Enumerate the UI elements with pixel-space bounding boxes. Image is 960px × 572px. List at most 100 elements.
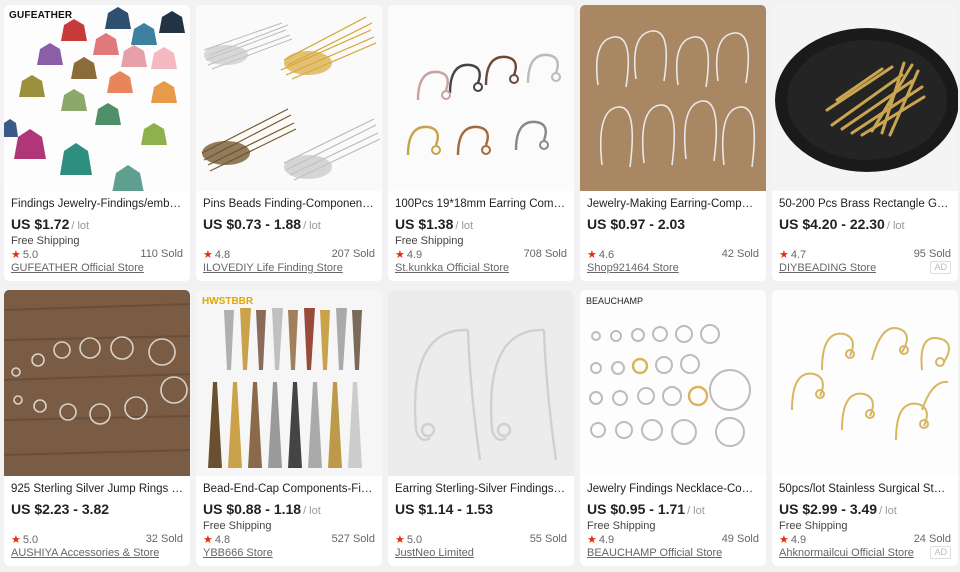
sold-count: 527 Sold	[331, 533, 375, 545]
rating-value: 4.8	[214, 534, 231, 546]
rating-row: ★ 5.0 32 Sold	[11, 533, 183, 547]
rating-value: 4.8	[214, 249, 231, 261]
star-icon: ★	[395, 249, 405, 261]
star-icon: ★	[779, 249, 789, 261]
shipping-label	[395, 519, 567, 534]
rating-row: ★ 4.6 42 Sold	[587, 248, 759, 262]
store-link[interactable]: Ahknormailcui Official Store	[779, 547, 914, 559]
star-icon: ★	[203, 249, 213, 261]
product-image[interactable]	[388, 290, 574, 476]
product-card[interactable]: GUFEATHER Findings Jewelry-Findings/embe…	[4, 5, 190, 281]
product-image[interactable]	[196, 5, 382, 191]
product-image[interactable]: GUFEATHER	[4, 5, 190, 191]
rating-row: ★ 4.8 207 Sold	[203, 248, 375, 262]
star-icon: ★	[395, 534, 405, 546]
ad-badge: AD	[930, 546, 951, 559]
product-price: US $1.72	[11, 216, 70, 232]
product-title[interactable]: Pins Beads Finding-Components Jewelry	[203, 197, 375, 212]
product-card[interactable]: 50-200 Pcs Brass Rectangle Geometric US …	[772, 5, 958, 281]
product-title[interactable]: 925 Sterling Silver Jump Rings Split Rin…	[11, 482, 183, 497]
rating-row: ★ 5.0 110 Sold	[11, 248, 183, 262]
store-link[interactable]: DIYBEADING Store	[779, 262, 876, 274]
product-image[interactable]: HWSTBBR	[196, 290, 382, 476]
product-image[interactable]	[772, 5, 958, 191]
product-card[interactable]: Jewelry-Making Earring-Components US $0.…	[580, 5, 766, 281]
product-image[interactable]	[388, 5, 574, 191]
product-price: US $1.14 - 1.53	[395, 501, 494, 517]
headpins-image	[196, 5, 382, 191]
kidney-wires-image	[580, 5, 766, 191]
rating-value: 4.9	[406, 249, 423, 261]
rating-value: 5.0	[22, 534, 39, 546]
image-brand-label: BEAUCHAMP	[586, 296, 644, 306]
rating-row: ★ 4.7 95 Sold	[779, 248, 951, 262]
product-price: US $0.88 - 1.18	[203, 501, 302, 517]
star-icon: ★	[203, 534, 213, 546]
store-link[interactable]: AUSHIYA Accessories & Store	[11, 547, 159, 559]
shipping-label	[587, 234, 759, 249]
sold-count: 55 Sold	[529, 533, 567, 545]
price-unit: / lot	[455, 220, 474, 232]
shipping-label: Free Shipping	[779, 520, 848, 532]
shipping-label: Free Shipping	[395, 235, 464, 247]
product-card[interactable]: Pins Beads Finding-Components Jewelry US…	[196, 5, 382, 281]
sold-count: 49 Sold	[721, 533, 759, 545]
rating-row: ★ 4.9 708 Sold	[395, 248, 567, 262]
product-card[interactable]: 100Pcs 19*18mm Earring Components US $1.…	[388, 5, 574, 281]
rating-row: ★ 5.0 55 Sold	[395, 533, 567, 547]
shipping-label	[203, 234, 375, 249]
shipping-label: Free Shipping	[203, 520, 272, 532]
product-card[interactable]: 50pcs/lot Stainless Surgical Steel Earri…	[772, 290, 958, 566]
product-title[interactable]: Bead-End-Cap Components-Findings	[203, 482, 375, 497]
ear-hooks-image	[388, 5, 574, 191]
product-price: US $1.38	[395, 216, 454, 232]
product-title[interactable]: 100Pcs 19*18mm Earring Components	[395, 197, 567, 212]
brass-tubes-image	[772, 5, 958, 191]
store-link[interactable]: ILOVEDIY Life Finding Store	[203, 262, 343, 274]
product-image[interactable]: BEAUCHAMP	[580, 290, 766, 476]
product-card[interactable]: HWSTBBR Bead-End-Cap Components-Findings…	[196, 290, 382, 566]
product-title[interactable]: Jewelry Findings Necklace-Connectors	[587, 482, 759, 497]
product-grid: GUFEATHER Findings Jewelry-Findings/embe…	[4, 5, 958, 566]
sold-count: 24 Sold	[913, 533, 951, 545]
rating-value: 5.0	[22, 249, 39, 261]
shipping-label: Free Shipping	[587, 520, 656, 532]
price-unit: / lot	[886, 220, 905, 232]
store-link[interactable]: YBB666 Store	[203, 547, 273, 559]
gold-hooks-image	[772, 290, 958, 476]
star-icon: ★	[11, 249, 21, 261]
price-unit: / lot	[303, 220, 321, 232]
product-title[interactable]: 50-200 Pcs Brass Rectangle Geometric	[779, 197, 951, 212]
product-card[interactable]: BEAUCHAMP Jewelry Findings Necklace-Conn…	[580, 290, 766, 566]
rating-value: 4.7	[790, 249, 807, 261]
product-title[interactable]: 50pcs/lot Stainless Surgical Steel Earri…	[779, 482, 951, 497]
price-unit: / lot	[879, 505, 897, 517]
store-link[interactable]: St.kunkka Official Store	[395, 262, 509, 274]
store-link[interactable]: Shop921464 Store	[587, 262, 679, 274]
product-image[interactable]	[4, 290, 190, 476]
sold-count: 32 Sold	[145, 533, 183, 545]
store-link[interactable]: GUFEATHER Official Store	[11, 262, 144, 274]
product-image[interactable]	[772, 290, 958, 476]
star-icon: ★	[779, 534, 789, 546]
product-title[interactable]: Earring Sterling-Silver Findings-Compone…	[395, 482, 567, 497]
product-price: US $0.73 - 1.88	[203, 216, 302, 232]
image-brand-label: GUFEATHER	[9, 10, 73, 21]
store-link[interactable]: BEAUCHAMP Official Store	[587, 547, 722, 559]
ad-badge: AD	[930, 261, 951, 274]
product-card[interactable]: 925 Sterling Silver Jump Rings Split Rin…	[4, 290, 190, 566]
rating-value: 5.0	[406, 534, 423, 546]
product-title[interactable]: Jewelry-Making Earring-Components	[587, 197, 759, 212]
tassels-image	[4, 5, 190, 191]
open-rings-image	[580, 290, 766, 476]
product-price: US $0.95 - 1.71	[587, 501, 686, 517]
store-link[interactable]: JustNeo Limited	[395, 547, 474, 559]
product-card[interactable]: Earring Sterling-Silver Findings-Compone…	[388, 290, 574, 566]
rating-row: ★ 4.9 24 Sold	[779, 533, 951, 547]
shipping-label	[11, 519, 183, 534]
price-unit: / lot	[303, 505, 321, 517]
product-title[interactable]: Findings Jewelry-Findings/embellishment	[11, 197, 183, 212]
product-price: US $2.23 - 3.82	[11, 501, 110, 517]
product-image[interactable]	[580, 5, 766, 191]
sold-count: 42 Sold	[721, 248, 759, 260]
